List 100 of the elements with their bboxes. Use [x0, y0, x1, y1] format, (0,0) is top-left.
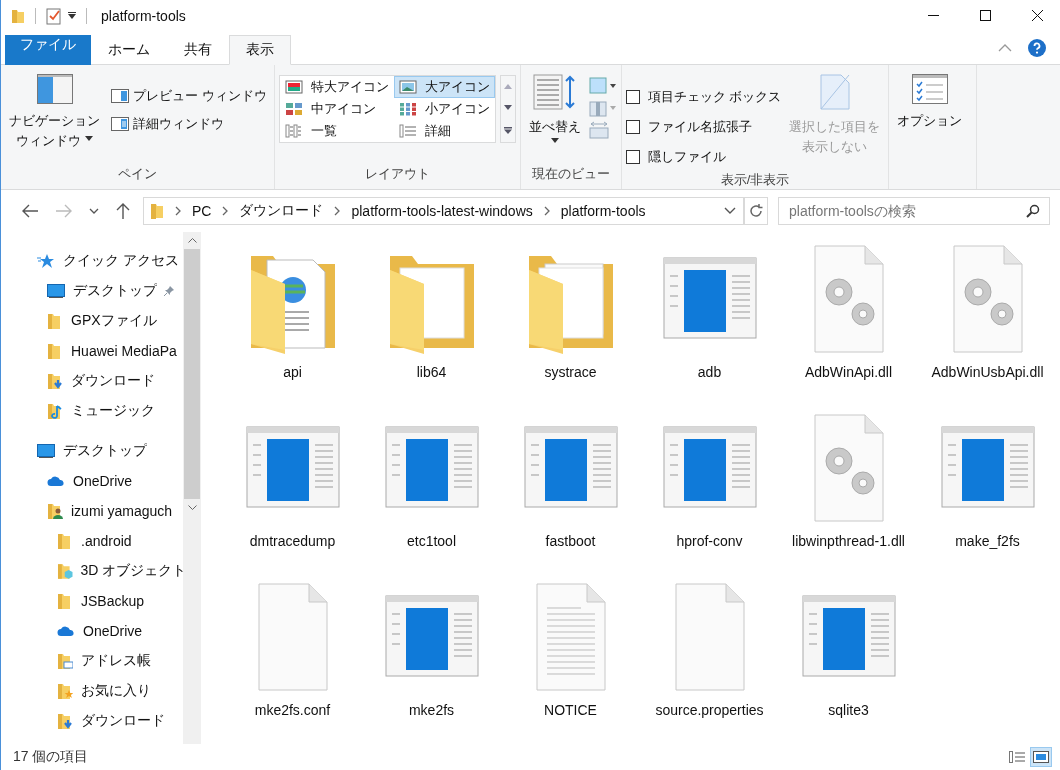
window-title: platform-tools	[101, 8, 186, 24]
nav-item[interactable]: izumi yamaguch	[71, 503, 173, 519]
details-view-icon	[1009, 751, 1025, 763]
expand-gallery-icon[interactable]	[503, 126, 512, 134]
download-folder-icon	[57, 712, 73, 730]
breadcrumb[interactable]: platform-tools	[560, 203, 646, 219]
chevron-right-icon[interactable]	[221, 205, 230, 217]
file-name[interactable]: libwinpthread-1.dll	[792, 531, 905, 551]
layout-option[interactable]: 詳細	[393, 120, 495, 142]
file-name[interactable]: hprof-conv	[676, 531, 743, 551]
music-folder-icon	[47, 402, 63, 420]
medium-icons-icon	[284, 102, 303, 116]
nav-item[interactable]: .android	[81, 533, 132, 549]
file-name[interactable]: make_f2fs	[955, 531, 1020, 551]
nav-item[interactable]: ミュージック	[71, 402, 155, 420]
file-name[interactable]: dmtracedump	[249, 531, 336, 551]
preview-pane-icon	[111, 89, 129, 103]
large-icons-view-button[interactable]	[1030, 747, 1052, 767]
up-arrow-icon[interactable]	[115, 202, 131, 220]
chevron-right-icon[interactable]	[174, 205, 182, 217]
checkbox[interactable]	[625, 90, 640, 104]
file-name[interactable]: NOTICE	[544, 700, 597, 720]
nav-item[interactable]: OneDrive	[83, 623, 143, 639]
chevron-right-icon[interactable]	[542, 205, 551, 217]
nav-item[interactable]: お気に入り	[81, 682, 151, 700]
breadcrumb[interactable]: ダウンロード	[239, 202, 324, 220]
chevron-right-icon[interactable]	[333, 205, 342, 217]
scroll-down-icon[interactable]	[503, 105, 512, 111]
checkbox-option[interactable]: 隠しファイル	[625, 145, 782, 169]
search-field[interactable]: platform-toolsの検索	[778, 197, 1050, 225]
breadcrumb[interactable]: PC	[192, 203, 212, 219]
hidden-file-icon	[819, 74, 850, 110]
nav-item[interactable]: JSBackup	[81, 593, 145, 609]
ribbon-tab[interactable]: 表示	[229, 35, 291, 65]
pin-icon[interactable]	[163, 285, 175, 297]
nav-item[interactable]: 3D オブジェクト	[80, 562, 183, 580]
file-name[interactable]: source.properties	[655, 700, 764, 720]
nav-item[interactable]: デスクトップ	[63, 442, 147, 460]
checkbox-option[interactable]: 項目チェック ボックス	[625, 85, 782, 109]
file-name[interactable]: AdbWinUsbApi.dll	[931, 362, 1044, 382]
ribbon-tab[interactable]: ファイル	[5, 35, 91, 65]
caret-icon[interactable]	[68, 12, 76, 20]
sort-icon	[532, 74, 577, 110]
nav-item[interactable]: Huawei MediaPa	[71, 343, 177, 359]
file-name[interactable]: etc1tool	[406, 531, 456, 551]
file-name[interactable]: AdbWinApi.dll	[804, 362, 893, 382]
layout-option[interactable]: 中アイコン	[279, 98, 394, 120]
sort-button[interactable]: 並べ替え	[524, 71, 585, 152]
group-label: レイアウト	[363, 165, 431, 183]
ribbon-tab[interactable]: 共有	[167, 35, 229, 65]
layout-option[interactable]: 小アイコン	[393, 98, 495, 120]
navigation-pane-button[interactable]: ナビゲーション ウィンドウ	[5, 71, 104, 153]
refresh-icon[interactable]	[748, 203, 764, 219]
layout-option[interactable]: 特大アイコン	[279, 76, 394, 98]
nav-item[interactable]: GPXファイル	[71, 312, 157, 330]
cloud-icon	[57, 625, 75, 637]
checkbox[interactable]	[625, 120, 640, 134]
file-name[interactable]: api	[283, 362, 302, 382]
file-name[interactable]: mke2fs.conf	[254, 700, 331, 720]
file-name[interactable]: lib64	[416, 362, 447, 382]
search-icon[interactable]	[1026, 204, 1040, 218]
file-name[interactable]: systrace	[544, 362, 597, 382]
scroll-down-icon[interactable]	[187, 505, 197, 510]
address-bar[interactable]: PC ダウンロード platform-tools-latest-windows platform-tools	[143, 197, 744, 225]
help-icon[interactable]	[1028, 39, 1046, 57]
details-pane-button[interactable]: 詳細ウィンドウ	[108, 113, 270, 135]
group-label: 表示/非表示	[719, 171, 791, 189]
properties-icon[interactable]	[46, 7, 62, 25]
nav-item[interactable]: アドレス帳	[81, 652, 151, 670]
large-icons-icon	[398, 80, 417, 94]
preview-pane-button[interactable]: プレビュー ウィンドウ	[108, 85, 270, 107]
details-pane-icon	[111, 117, 129, 131]
add-columns-icon[interactable]	[588, 99, 617, 117]
collapse-ribbon-icon[interactable]	[998, 43, 1012, 53]
refresh-button[interactable]	[744, 197, 768, 225]
nav-item[interactable]: クイック アクセス	[63, 252, 179, 270]
nav-item[interactable]: デスクトップ	[73, 282, 157, 300]
file-name[interactable]: sqlite3	[828, 700, 869, 720]
list-view-icon	[284, 124, 303, 138]
file-name[interactable]: mke2fs	[408, 700, 455, 720]
breadcrumb[interactable]: platform-tools-latest-windows	[351, 203, 533, 219]
item-count: 17 個の項目	[13, 748, 89, 766]
scrollbar-thumb[interactable]	[184, 249, 200, 499]
layout-option[interactable]: 一覧	[279, 120, 394, 142]
back-arrow-icon[interactable]	[21, 204, 39, 218]
chevron-down-icon[interactable]	[723, 206, 737, 216]
nav-item[interactable]: ダウンロード	[81, 712, 165, 730]
scroll-up-icon[interactable]	[187, 238, 197, 243]
nav-item[interactable]: OneDrive	[73, 473, 133, 489]
ribbon-tab[interactable]: ホーム	[91, 35, 167, 65]
checkbox-label: 隠しファイル	[647, 148, 726, 166]
group-by-icon[interactable]	[588, 77, 617, 95]
checkbox-option[interactable]: ファイル名拡張子	[625, 115, 782, 139]
options-button[interactable]: オプション	[893, 71, 967, 133]
layout-option[interactable]: 大アイコン	[393, 76, 495, 98]
nav-item[interactable]: ダウンロード	[71, 372, 155, 390]
file-name[interactable]: fastboot	[545, 531, 596, 551]
checkbox[interactable]	[625, 150, 640, 164]
file-name[interactable]: adb	[697, 362, 722, 382]
chevron-down-icon[interactable]	[89, 207, 99, 215]
